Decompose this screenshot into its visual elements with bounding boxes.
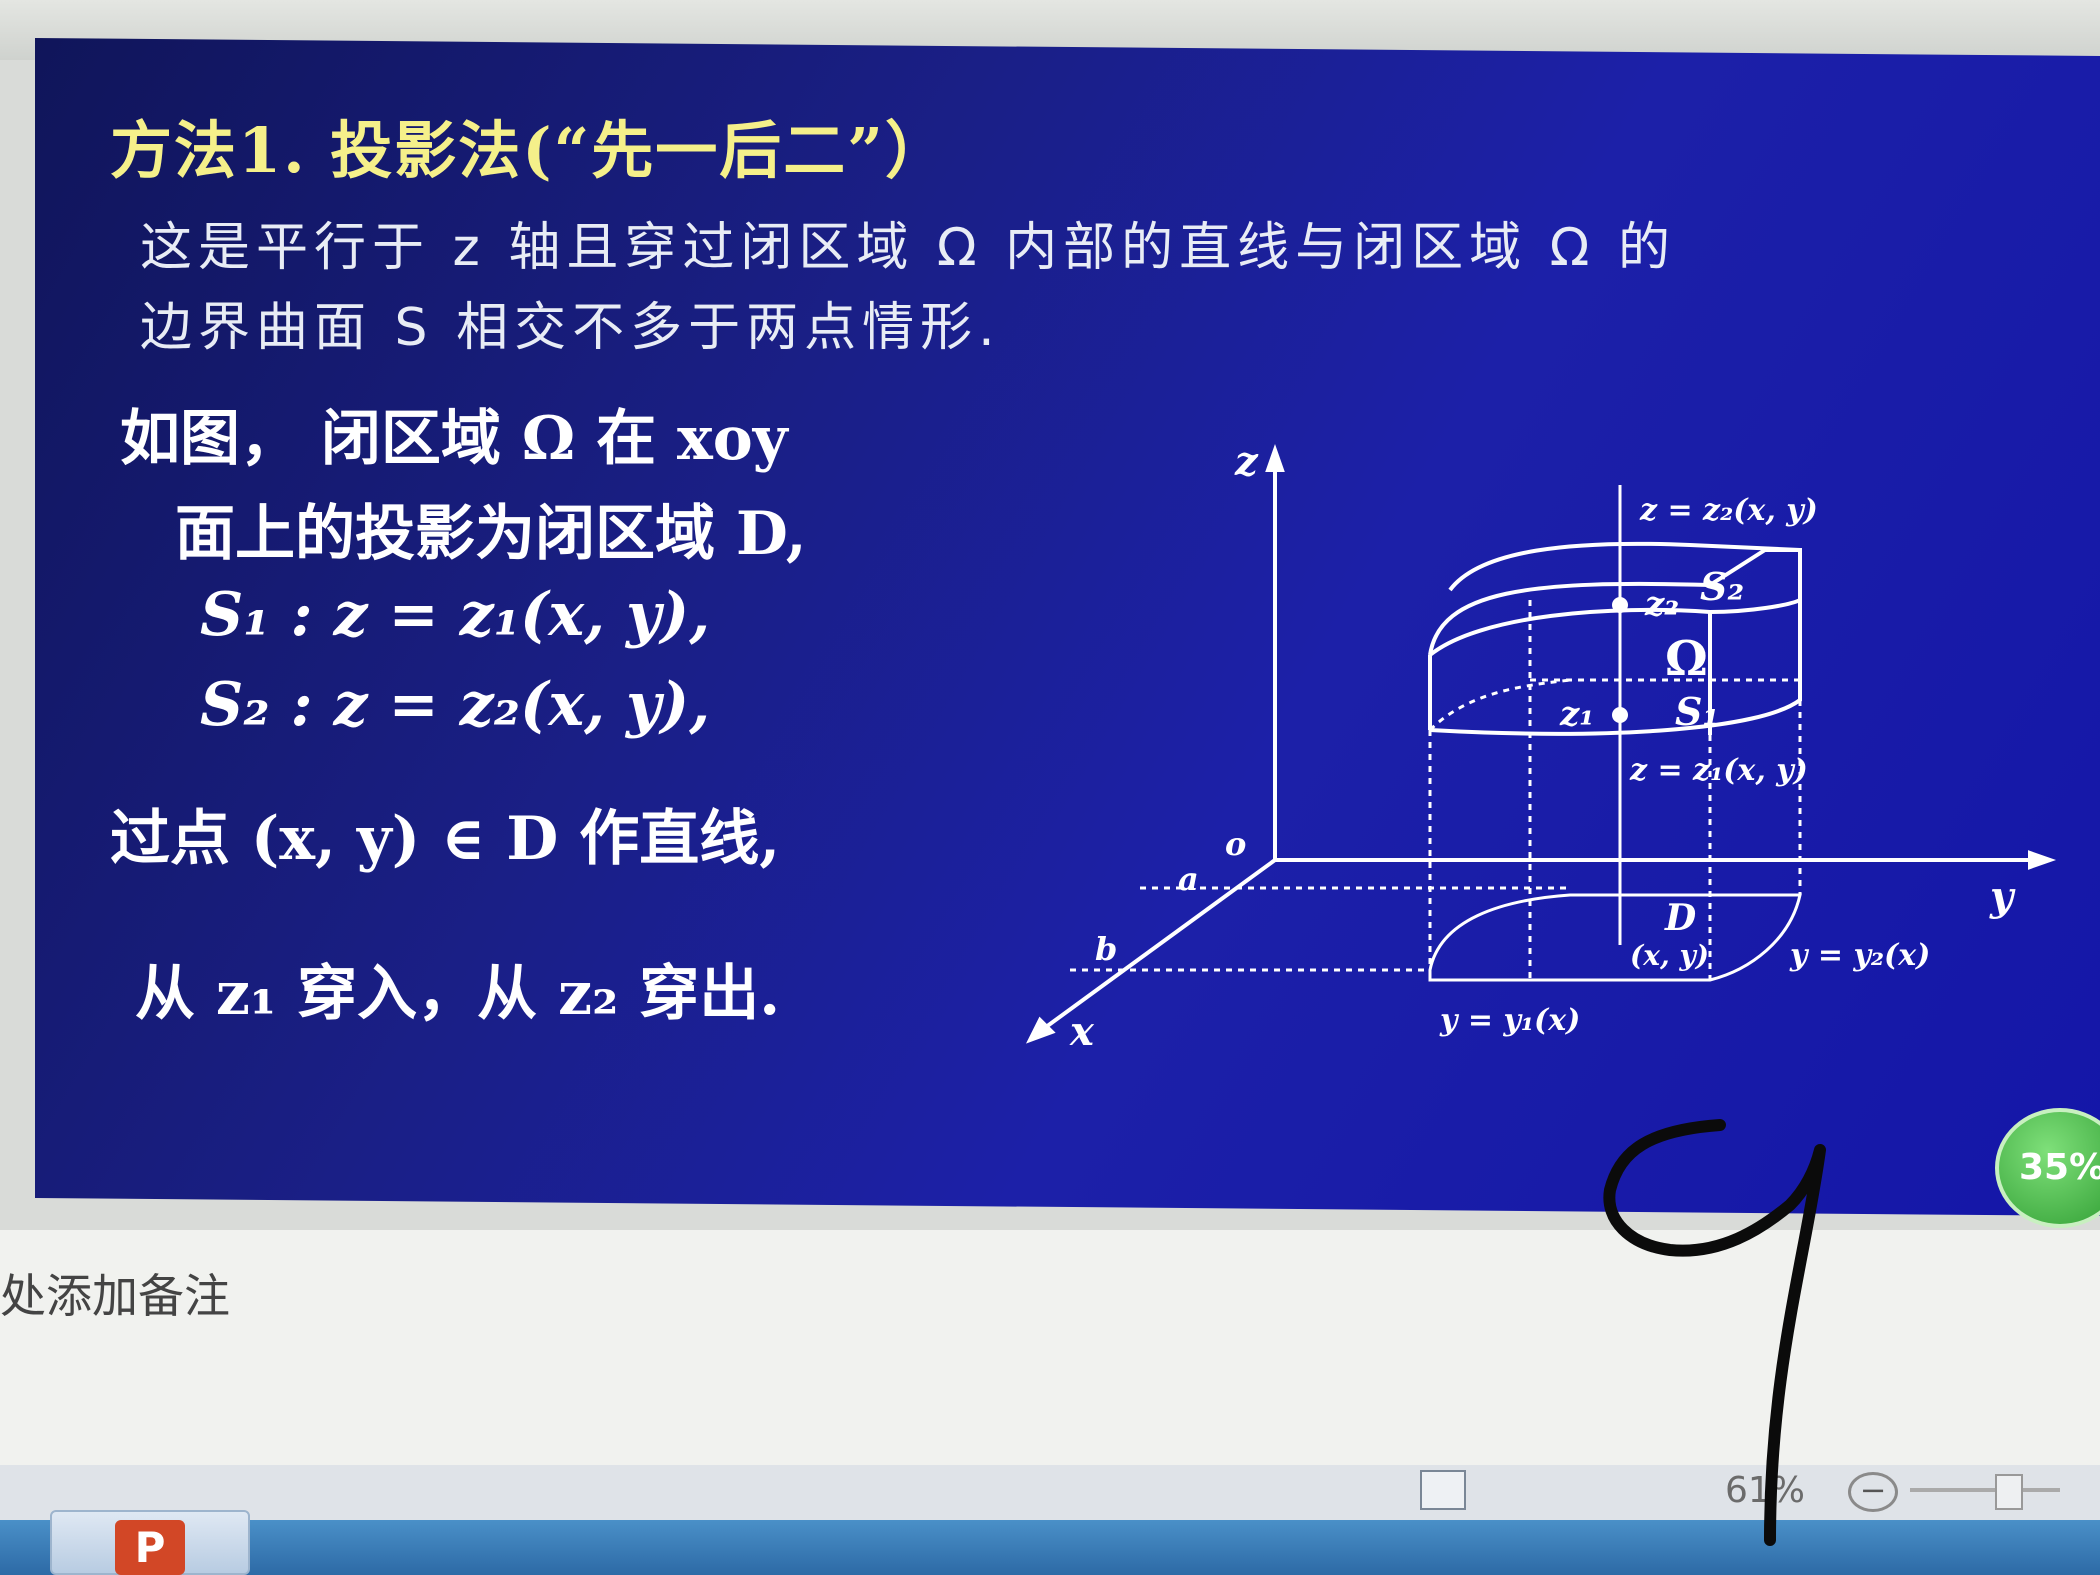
projection-diagram: z y x o a b z = z₂(x, y) z₂ S₂ Ω z₁ S₁ z…: [1025, 440, 2057, 1055]
body-line-5: 过点 (x, y) ∈ D 作直线,: [110, 804, 781, 874]
top-surface-front: [1428, 548, 1802, 736]
handwritten-mark: [1603, 1119, 1826, 1546]
body-line-2: 面上的投影为闭区域 D,: [175, 499, 807, 569]
notes-placeholder[interactable]: 处添加备注: [0, 1260, 230, 1326]
label-omega: Ω: [1665, 631, 1708, 687]
label-top-eq: z = z₂(x, y): [1639, 493, 1818, 528]
z-axis-arrow: [1265, 443, 1285, 472]
label-x-axis: x: [1069, 1008, 1095, 1055]
label-y1-curve: y = y₁(x): [1439, 1003, 1580, 1038]
label-z2: z₂: [1644, 584, 1679, 624]
label-D: D: [1664, 897, 1696, 939]
label-xy-point: (x, y): [1630, 939, 1709, 972]
label-S1: S₁: [1675, 689, 1719, 734]
slide-title: 方法1. 投影法(“先一后二”）: [110, 114, 949, 187]
slide-paragraph-line-1: 这是平行于 z 轴且穿过闭区域 Ω 内部的直线与闭区域 Ω 的: [140, 218, 1676, 278]
normal-view-icon[interactable]: [1420, 1470, 1466, 1510]
label-origin: o: [1225, 825, 1246, 863]
dotted-bottom: [1428, 678, 1571, 732]
label-z-axis: z: [1234, 440, 1259, 485]
slide-paragraph-line-2: 边界曲面 S 相交不多于两点情形.: [140, 298, 1001, 358]
label-y-axis: y: [1989, 873, 2016, 920]
powerpoint-icon: P: [115, 1520, 185, 1575]
slide-sorter-icon[interactable]: [1495, 1470, 1541, 1510]
label-bottom-eq: z = z₁(x, y): [1629, 753, 1808, 788]
body-line-s2: S₂ : z = z₂(x, y),: [200, 670, 711, 740]
y-axis-arrow: [2028, 850, 2057, 870]
label-b: b: [1095, 930, 1117, 968]
point-z1: [1612, 707, 1628, 723]
body-line-1: 如图， 闭区域 Ω 在 xoy: [120, 404, 788, 474]
body-line-6: 从 z₁ 穿入，从 z₂ 穿出.: [135, 959, 781, 1029]
body-line-s1: S₁ : z = z₁(x, y),: [200, 580, 711, 650]
label-a: a: [1178, 860, 1199, 898]
zoom-slider-track[interactable]: [1910, 1488, 2060, 1492]
domain-outline: [1428, 893, 1802, 982]
label-z1: z₁: [1559, 694, 1594, 734]
label-S2: S₂: [1700, 564, 1744, 609]
zoom-slider-thumb[interactable]: [1995, 1474, 2023, 1510]
label-y2-curve: y = y₂(x): [1789, 938, 1930, 973]
point-z2: [1612, 597, 1628, 613]
